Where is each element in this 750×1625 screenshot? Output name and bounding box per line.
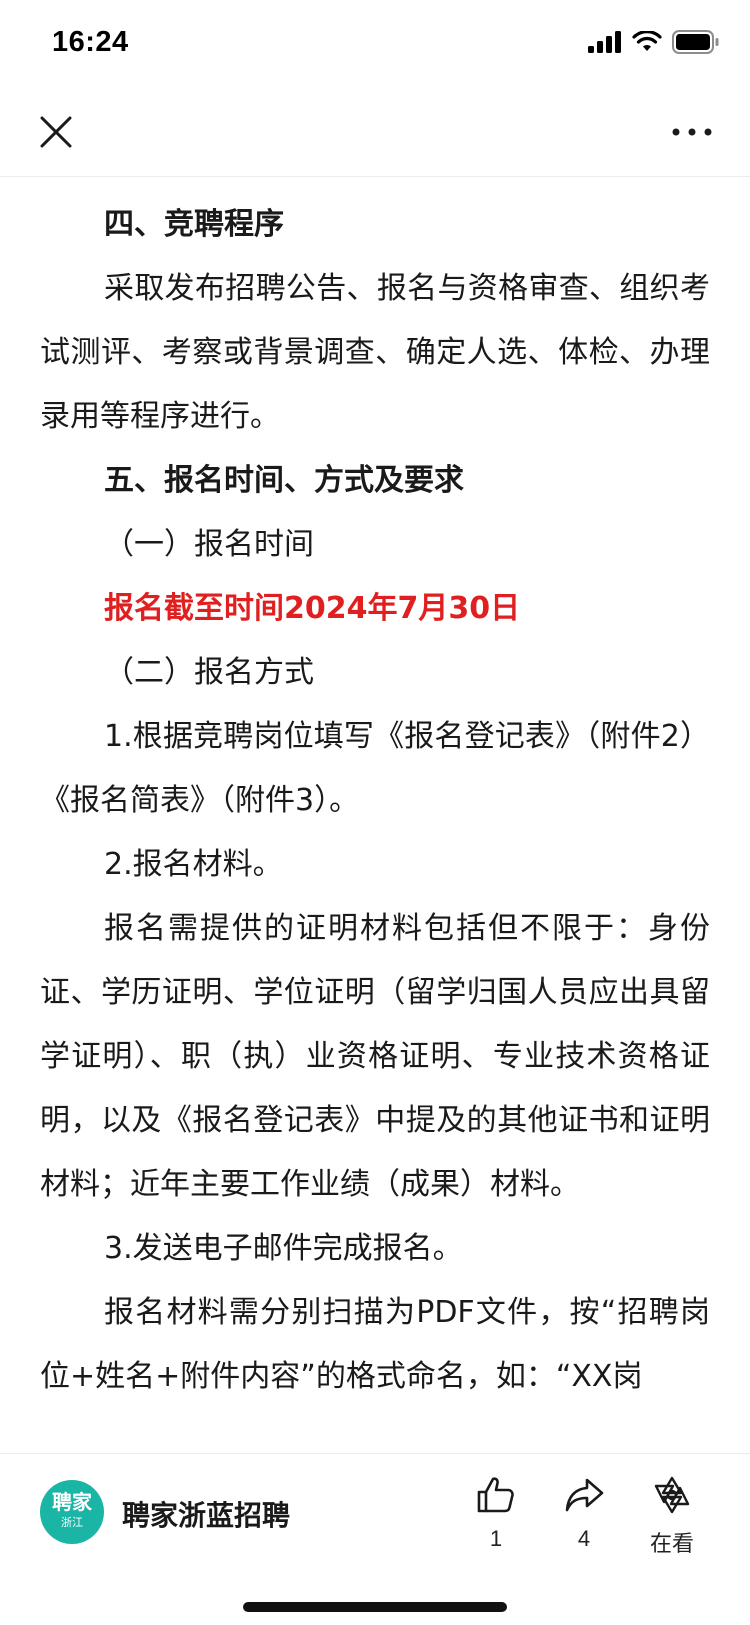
wifi-icon <box>632 31 662 51</box>
logo-main-text: 聘家 <box>52 1490 92 1514</box>
item-fill-forms: 1.根据竞聘岗位填写《报名登记表》（附件2）《报名简表》（附件3）。 <box>40 719 710 818</box>
account-logo[interactable]: 聘家 浙江 <box>40 1480 104 1544</box>
status-time: 16:24 <box>52 26 129 58</box>
item-materials: 2.报名材料。 <box>104 847 283 882</box>
paragraph-email-format: 报名材料需分别扫描为PDF文件，按“招聘岗位+姓名+附件内容”的格式命名，如：“… <box>40 1295 710 1394</box>
looking-button[interactable]: 在看 <box>632 1474 712 1558</box>
nav-bar <box>0 88 750 177</box>
more-button[interactable] <box>670 118 714 146</box>
article-content[interactable]: 四、竞聘程序 采取发布招聘公告、报名与资格审查、组织考试测评、考察或背景调查、确… <box>0 177 750 1453</box>
section-heading-registration: 五、报名时间、方式及要求 <box>104 463 464 498</box>
deadline-text: 报名截至时间2024年7月30日 <box>104 591 521 626</box>
subheading-registration-method: （二）报名方式 <box>104 655 314 690</box>
thumbs-up-icon <box>477 1477 514 1513</box>
paragraph-procedure: 采取发布招聘公告、报名与资格审查、组织考试测评、考察或背景调查、确定人选、体检、… <box>40 271 710 434</box>
looking-label: 在看 <box>649 1531 694 1556</box>
subheading-registration-time: （一）报名时间 <box>104 527 314 562</box>
battery-icon <box>672 30 719 54</box>
home-indicator[interactable] <box>243 1602 507 1612</box>
status-icons <box>588 30 720 54</box>
bottom-bar: 聘家 浙江 聘家浙蓝招聘 1 4 在看 <box>0 1453 750 1625</box>
close-button[interactable] <box>36 112 76 152</box>
status-bar: 16:24 <box>0 0 750 88</box>
close-icon <box>40 116 72 148</box>
more-icon <box>672 128 712 136</box>
section-heading-procedure: 四、竞聘程序 <box>104 207 284 242</box>
share-button[interactable]: 4 <box>544 1474 624 1552</box>
account-name[interactable]: 聘家浙蓝招聘 <box>122 1494 290 1534</box>
like-count: 1 <box>489 1526 503 1551</box>
share-icon <box>565 1478 604 1512</box>
flower-icon <box>654 1476 690 1514</box>
logo-sub-text: 浙江 <box>61 1516 83 1529</box>
paragraph-materials: 报名需提供的证明材料包括但不限于：身份证、学历证明、学位证明（留学归国人员应出具… <box>40 911 710 1202</box>
like-button[interactable]: 1 <box>456 1474 536 1552</box>
signal-icon <box>588 31 621 53</box>
share-count: 4 <box>577 1526 591 1551</box>
item-send-email: 3.发送电子邮件完成报名。 <box>104 1231 463 1266</box>
